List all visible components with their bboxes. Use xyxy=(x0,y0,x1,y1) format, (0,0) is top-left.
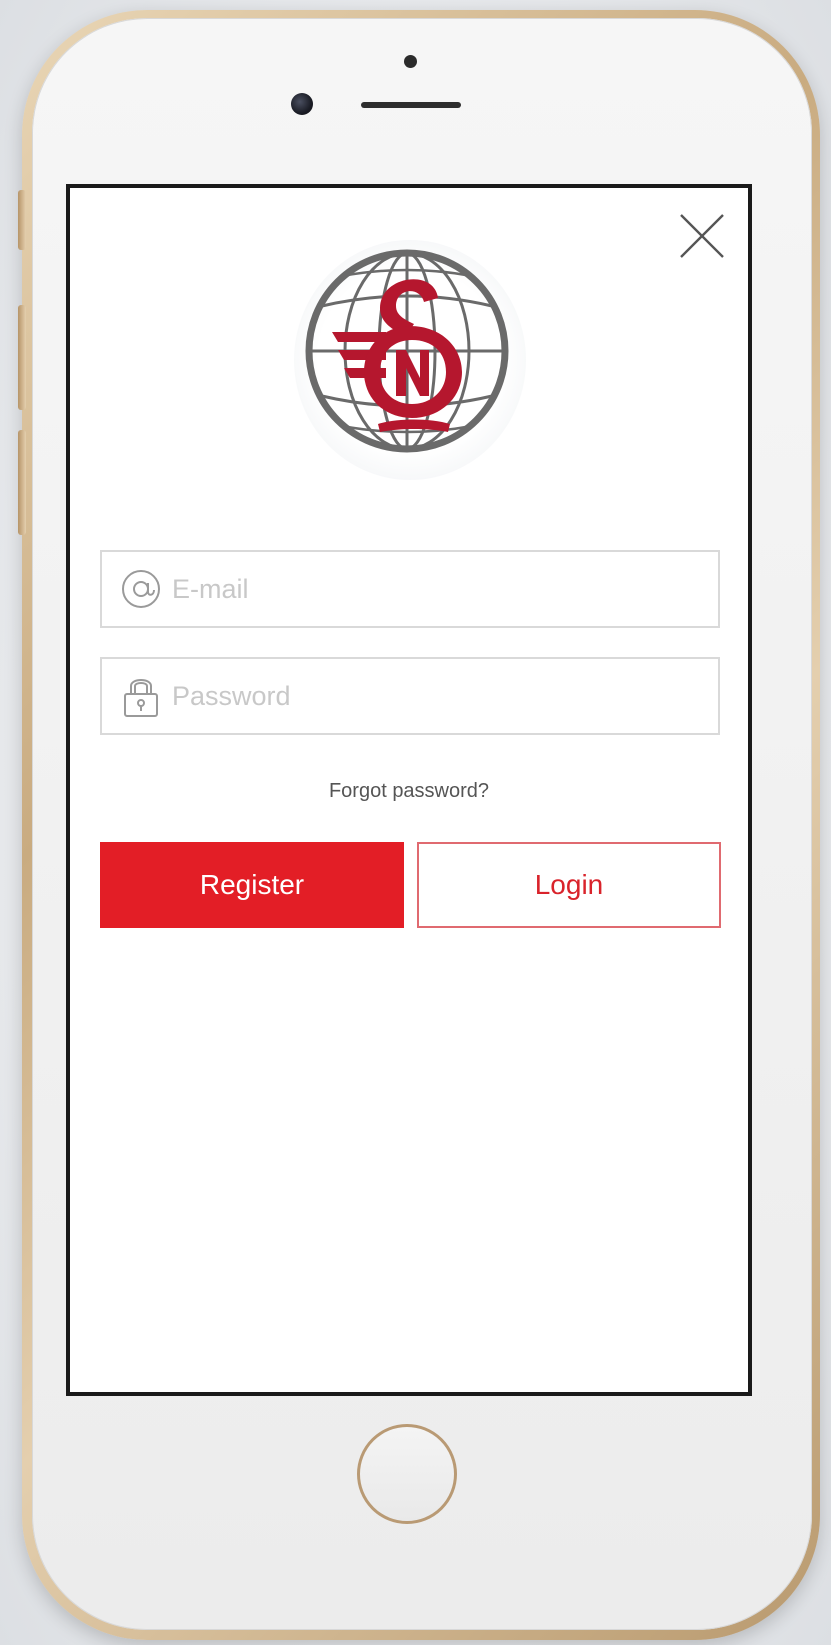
password-input[interactable] xyxy=(172,659,718,733)
email-field[interactable] xyxy=(100,550,720,628)
register-button[interactable]: Register xyxy=(100,842,404,928)
login-button[interactable]: Login xyxy=(417,842,721,928)
earpiece-speaker xyxy=(361,102,461,108)
close-icon xyxy=(680,214,724,258)
globe-logo-icon xyxy=(305,249,509,453)
mute-switch xyxy=(18,190,26,250)
proximity-sensor xyxy=(404,55,417,68)
volume-down-button xyxy=(18,430,26,535)
front-camera xyxy=(291,93,313,115)
password-field[interactable] xyxy=(100,657,720,735)
close-button[interactable] xyxy=(678,212,726,260)
background: Forgot password? Register Login xyxy=(0,0,831,1645)
at-icon xyxy=(120,568,162,610)
email-input[interactable] xyxy=(172,552,718,626)
app-screen: Forgot password? Register Login xyxy=(66,184,752,1396)
forgot-password-link[interactable]: Forgot password? xyxy=(70,780,748,803)
home-button[interactable] xyxy=(357,1424,457,1524)
brand-logo xyxy=(294,240,526,480)
volume-up-button xyxy=(18,305,26,410)
lock-icon xyxy=(120,675,162,717)
